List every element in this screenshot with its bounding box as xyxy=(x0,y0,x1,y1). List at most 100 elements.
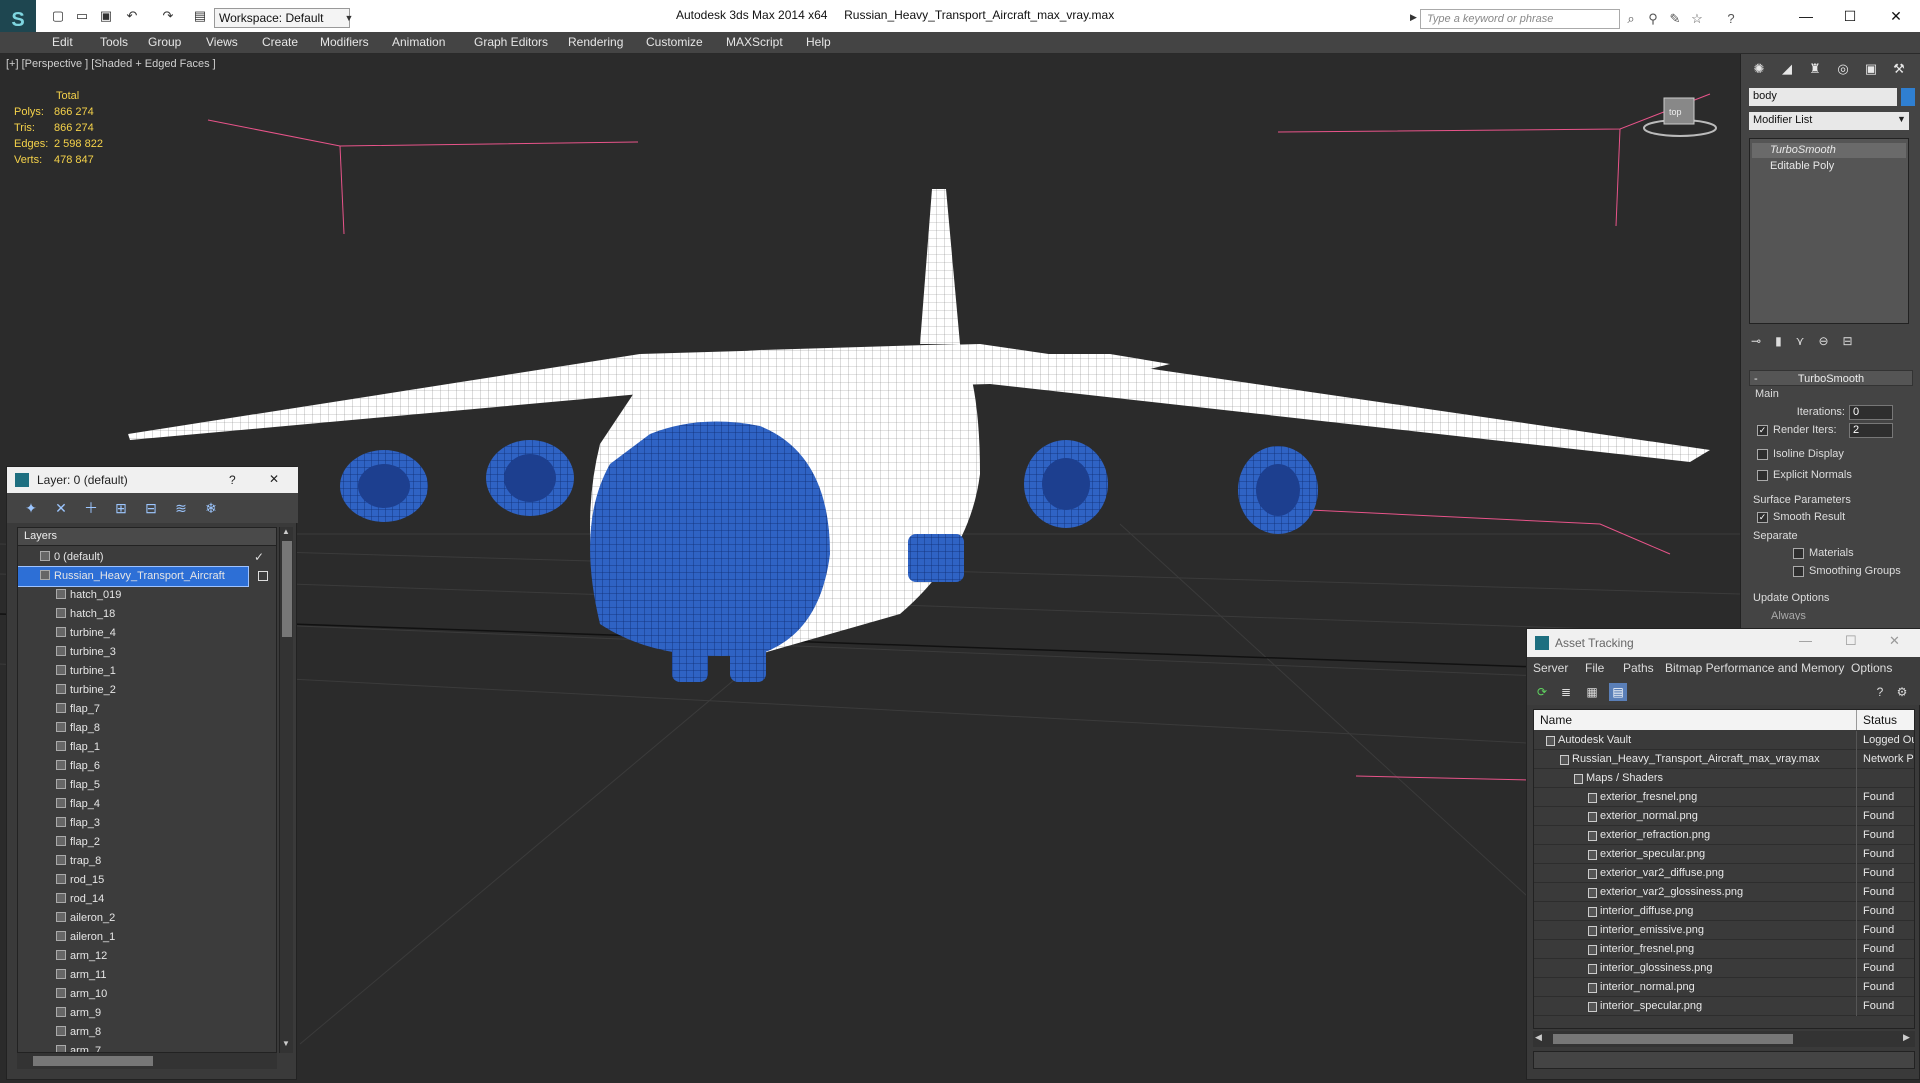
menu-customize[interactable]: Customize xyxy=(646,35,703,49)
menu-edit[interactable]: Edit xyxy=(52,35,73,49)
minimize-icon[interactable]: — xyxy=(1786,4,1826,28)
always-radio-label[interactable]: Always xyxy=(1771,610,1806,620)
layer-panel-titlebar[interactable]: Layer: 0 (default) ? ✕ xyxy=(7,467,298,493)
layer-horizontal-scrollbar[interactable] xyxy=(17,1053,277,1069)
search-tools-icon[interactable]: ⚲ xyxy=(1644,10,1662,28)
scroll-thumb[interactable] xyxy=(282,541,292,637)
scroll-thumb[interactable] xyxy=(1553,1034,1793,1044)
menu-tools[interactable]: Tools xyxy=(100,35,128,49)
layer-row[interactable]: flap_4 xyxy=(18,795,248,814)
chevron-down-icon[interactable]: ▼ xyxy=(343,8,355,28)
materials-checkbox[interactable] xyxy=(1793,548,1804,559)
close-icon[interactable]: ✕ xyxy=(269,472,279,486)
close-icon[interactable]: ✕ xyxy=(1876,4,1916,28)
layer-row[interactable]: trap_8 xyxy=(18,852,248,871)
motion-tab-icon[interactable]: ◎ xyxy=(1831,58,1855,80)
menu-group[interactable]: Group xyxy=(148,35,181,49)
scroll-thumb[interactable] xyxy=(33,1056,153,1066)
asset-menu-bitmap-performance-and-memory[interactable]: Bitmap Performance and Memory xyxy=(1665,661,1844,675)
configure-sets-icon[interactable]: ⊟ xyxy=(1843,334,1867,348)
asset-row[interactable]: exterior_var2_diffuse.png Found xyxy=(1534,864,1914,883)
asset-row[interactable]: exterior_specular.png Found xyxy=(1534,845,1914,864)
modifier-list-dropdown[interactable]: Modifier List xyxy=(1749,112,1909,130)
scroll-left-icon[interactable]: ◀ xyxy=(1535,1032,1542,1043)
hide-all-icon[interactable]: ≋ xyxy=(171,499,191,517)
layer-row[interactable]: arm_12 xyxy=(18,947,248,966)
communication-icon[interactable]: ✎ xyxy=(1666,10,1684,28)
name-column-header[interactable]: Name xyxy=(1540,713,1572,727)
delete-layer-icon[interactable]: ✕ xyxy=(51,499,71,517)
layer-row[interactable]: flap_3 xyxy=(18,814,248,833)
modify-tab-icon[interactable]: ◢ xyxy=(1775,58,1799,80)
layer-row[interactable]: arm_7 xyxy=(18,1042,248,1052)
create-layer-icon[interactable]: ✦ xyxy=(21,499,41,517)
maximize-icon[interactable]: ☐ xyxy=(1845,633,1857,649)
collapse-icon[interactable]: - xyxy=(1754,371,1758,387)
asset-row[interactable]: interior_emissive.png Found xyxy=(1534,921,1914,940)
create-tab-icon[interactable]: ✺ xyxy=(1747,58,1771,80)
current-layer-check-icon[interactable]: ✓ xyxy=(254,550,264,564)
smooth-result-checkbox[interactable]: ✓ xyxy=(1757,512,1768,523)
layer-row[interactable]: flap_8 xyxy=(18,719,248,738)
add-to-layer-icon[interactable]: ＋ xyxy=(81,499,101,517)
expand-icon[interactable]: ▶ xyxy=(1410,12,1417,23)
asset-row[interactable]: interior_normal.png Found xyxy=(1534,978,1914,997)
layer-row[interactable]: Russian_Heavy_Transport_Aircraft xyxy=(18,566,249,587)
menu-create[interactable]: Create xyxy=(262,35,298,49)
object-color-swatch[interactable] xyxy=(1901,88,1915,106)
modifier-stack[interactable]: TurboSmooth Editable Poly xyxy=(1749,138,1909,324)
show-end-result-icon[interactable]: ▮ xyxy=(1775,334,1796,348)
settings-icon[interactable]: ⚙ xyxy=(1893,683,1911,701)
asset-menu-file[interactable]: File xyxy=(1585,661,1604,675)
layer-row[interactable]: arm_8 xyxy=(18,1023,248,1042)
scroll-down-icon[interactable]: ▼ xyxy=(282,1039,290,1048)
modifier-stack-item[interactable]: TurboSmooth xyxy=(1752,143,1906,158)
save-icon[interactable]: ▣ xyxy=(98,8,114,24)
binoculars-icon[interactable]: ⌕ xyxy=(1622,10,1640,28)
favorites-icon[interactable]: ☆ xyxy=(1688,10,1706,28)
help-icon[interactable]: ? xyxy=(1871,683,1889,701)
asset-row[interactable]: interior_diffuse.png Found xyxy=(1534,902,1914,921)
layer-row[interactable]: flap_6 xyxy=(18,757,248,776)
layer-row[interactable]: arm_11 xyxy=(18,966,248,985)
table-view-icon[interactable]: ▤ xyxy=(1609,683,1627,701)
undo-icon[interactable]: ↶ xyxy=(124,8,140,24)
asset-menu-server[interactable]: Server xyxy=(1533,661,1568,675)
redo-icon[interactable]: ↷ xyxy=(160,8,176,24)
workspace-dropdown[interactable]: Workspace: Default xyxy=(214,8,350,28)
render-iters-checkbox[interactable]: ✓ xyxy=(1757,425,1768,436)
asset-row[interactable]: exterior_fresnel.png Found xyxy=(1534,788,1914,807)
chevron-down-icon[interactable]: ▼ xyxy=(1897,114,1906,124)
close-icon[interactable]: ✕ xyxy=(1889,633,1900,649)
asset-row[interactable]: exterior_refraction.png Found xyxy=(1534,826,1914,845)
layer-row[interactable]: arm_9 xyxy=(18,1004,248,1023)
help-icon[interactable]: ? xyxy=(1722,10,1740,28)
layers-column-header[interactable]: Layers xyxy=(18,528,276,546)
scroll-right-icon[interactable]: ▶ xyxy=(1903,1032,1910,1043)
asset-row[interactable]: interior_fresnel.png Found xyxy=(1534,940,1914,959)
remove-modifier-icon[interactable]: ⊖ xyxy=(1818,334,1842,348)
menu-modifiers[interactable]: Modifiers xyxy=(320,35,369,49)
menu-graph-editors[interactable]: Graph Editors xyxy=(474,35,548,49)
scroll-up-icon[interactable]: ▲ xyxy=(282,527,290,536)
explicit-normals-checkbox[interactable] xyxy=(1757,470,1768,481)
display-tab-icon[interactable]: ▣ xyxy=(1859,58,1883,80)
layer-row[interactable]: rod_14 xyxy=(18,890,248,909)
open-file-icon[interactable]: ▭ xyxy=(74,8,90,24)
project-folder-icon[interactable]: ▤ xyxy=(192,8,208,24)
freeze-all-icon[interactable]: ❄ xyxy=(201,499,221,517)
menu-views[interactable]: Views xyxy=(206,35,238,49)
asset-row[interactable]: Maps / Shaders xyxy=(1534,769,1914,788)
asset-row[interactable]: exterior_var2_glossiness.png Found xyxy=(1534,883,1914,902)
layer-row[interactable]: hatch_019 xyxy=(18,586,248,605)
asset-menu-options[interactable]: Options xyxy=(1851,661,1892,675)
iterations-spinner[interactable]: 0 xyxy=(1849,405,1893,420)
layer-row[interactable]: turbine_2 xyxy=(18,681,248,700)
layer-vertical-scrollbar[interactable]: ▲ ▼ xyxy=(279,527,293,1053)
menu-help[interactable]: Help xyxy=(806,35,831,49)
layer-list[interactable]: Layers 0 (default) ✓ Russian_Heavy_Transpo… xyxy=(17,527,277,1053)
asset-horizontal-scrollbar[interactable]: ◀ ▶ xyxy=(1533,1031,1915,1047)
asset-row[interactable]: Russian_Heavy_Transport_Aircraft_max_vra… xyxy=(1534,750,1914,769)
smoothing-groups-checkbox[interactable] xyxy=(1793,566,1804,577)
asset-menu-paths[interactable]: Paths xyxy=(1623,661,1654,675)
